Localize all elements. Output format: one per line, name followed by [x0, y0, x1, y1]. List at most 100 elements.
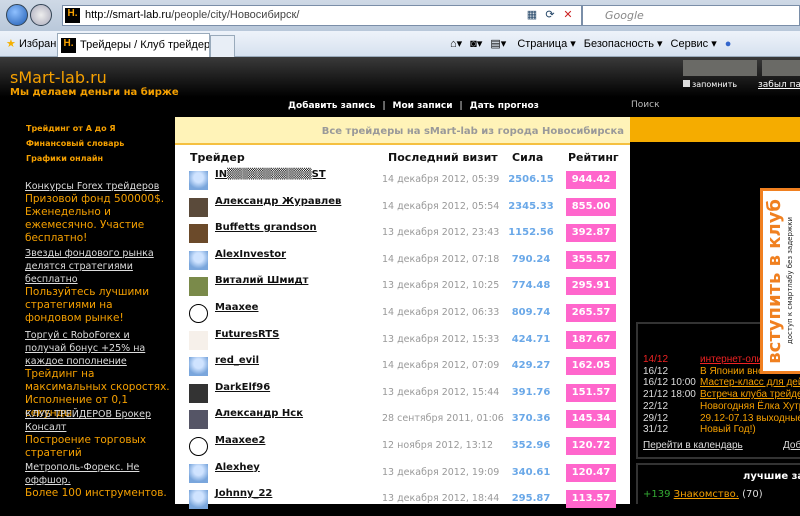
trader-name-link[interactable]: Buffetts grandson [215, 222, 317, 233]
search-input[interactable]: Google [582, 5, 800, 26]
password-input[interactable] [762, 60, 800, 76]
rating-badge: 855.00 [566, 197, 616, 216]
trader-name-link[interactable]: DarkElf96 [215, 382, 270, 393]
print-icon[interactable]: ▤▾ [490, 38, 506, 50]
rating-badge: 120.47 [566, 463, 616, 482]
calendar-event[interactable]: 16/12 В Японии вне [643, 366, 764, 377]
calendar-event[interactable]: 14/12 интернет-оли [643, 354, 762, 365]
left-nav-dictionary[interactable]: Финансовый словарь [26, 139, 124, 148]
site-slogan: Мы делаем деньги на бирже [10, 87, 179, 98]
event-title[interactable]: Новый Год!) [700, 424, 756, 435]
avatar[interactable] [189, 330, 208, 350]
ad-item: Конкурсы Forex трейдеров Призовой фонд 50… [25, 180, 170, 245]
event-title[interactable]: Мастер-класс для дей [700, 377, 800, 388]
table-row: Johnny_22 13 декабря 2012, 18:44 295.87 … [175, 488, 630, 516]
trader-name-link[interactable]: Александр Журавлев [215, 196, 341, 207]
calendar-event[interactable]: 31/12 Новый Год!) [643, 424, 756, 435]
table-row: IN▒▒▒▒▒▒▒▒▒▒▒ST 14 декабря 2012, 05:39 2… [175, 169, 630, 197]
trader-name-link[interactable]: Александр Нск [215, 408, 303, 419]
table-row: Buffetts grandson 13 декабря 2012, 23:43… [175, 222, 630, 250]
power-value: 391.76 [511, 386, 551, 398]
power-value: 370.36 [511, 413, 551, 425]
power-value: 1152.56 [508, 227, 554, 239]
trader-name-link[interactable]: red_evil [215, 355, 259, 366]
calendar-link[interactable]: Перейти в календарь [643, 440, 743, 451]
calendar-event[interactable]: 29/12 29.12-07.13 выходные [643, 413, 800, 424]
avatar[interactable] [189, 463, 208, 483]
trader-name-link[interactable]: Alexhey [215, 462, 260, 473]
avatar[interactable] [189, 277, 208, 297]
ad-link[interactable]: Звезды фондового рынка делятся стратегия… [25, 247, 170, 286]
home-icon[interactable]: ⌂▾ [450, 38, 462, 50]
ad-text: Построение торговых стратегий [25, 434, 147, 459]
forgot-password-link[interactable]: забыл па [758, 80, 800, 90]
last-visit: 14 декабря 2012, 06:33 [382, 307, 500, 318]
left-nav-trading[interactable]: Трейдинг от А до Я [26, 124, 116, 133]
event-title[interactable]: Новогодняя Ёлка Хутр [700, 401, 800, 412]
post-comments: (70) [742, 489, 763, 500]
tools-menu[interactable]: Сервис ▾ [671, 38, 717, 50]
post-link[interactable]: Знакомство. [674, 489, 739, 500]
new-tab-button[interactable] [210, 35, 235, 57]
remember-checkbox[interactable]: запомнить [683, 80, 737, 89]
stop-icon[interactable]: ✕ [559, 8, 577, 23]
left-nav-charts[interactable]: Графики онлайн [26, 154, 103, 163]
refresh-icon[interactable]: ⟳ [541, 8, 559, 23]
browser-tab[interactable]: H. Трейдеры / Клуб трейдеров sMart-Lab. М… [57, 33, 210, 57]
page-menu[interactable]: Страница ▾ [517, 38, 575, 50]
forward-button[interactable] [30, 4, 52, 26]
avatar[interactable] [189, 197, 208, 217]
last-visit: 13 декабря 2012, 19:09 [382, 466, 500, 478]
table-row: Виталий Шмидт 13 декабря 2012, 10:25 774… [175, 275, 630, 303]
back-button[interactable] [6, 4, 28, 26]
rating-badge: 295.91 [566, 277, 616, 296]
trader-name-link[interactable]: Виталий Шмидт [215, 275, 308, 286]
url-path: /people/city/Новосибирск/ [171, 9, 300, 21]
calendar-event[interactable]: 21/12 18:00 Встреча клуба трейдер [643, 389, 800, 400]
rss-icon[interactable]: ◙▾ [470, 38, 482, 50]
event-title[interactable]: интернет-оли [700, 354, 762, 365]
trader-name-link[interactable]: AlexInvestor [215, 249, 286, 260]
power-value: 790.24 [511, 253, 551, 265]
avatar[interactable] [189, 490, 208, 510]
security-menu[interactable]: Безопасность ▾ [584, 38, 663, 50]
rating-badge: 187.67 [566, 330, 616, 349]
nav-forecast[interactable]: Дать прогноз [470, 101, 539, 111]
search-link[interactable]: Поиск [631, 100, 660, 110]
join-club-banner[interactable]: вступить в клуб доступ к смартлабу без з… [760, 188, 800, 374]
nav-my-posts[interactable]: Мои записи [393, 101, 453, 111]
nav-add-post[interactable]: Добавить запись [288, 101, 375, 111]
rating-badge: 162.05 [566, 357, 616, 376]
site-logo[interactable]: sMart-lab.ru [10, 68, 107, 87]
avatar[interactable] [189, 410, 208, 430]
trader-name-link[interactable]: FuturesRTS [215, 329, 279, 340]
trader-name-link[interactable]: IN▒▒▒▒▒▒▒▒▒▒▒ST [215, 169, 326, 180]
calendar-event[interactable]: 22/12 Новогодняя Ёлка Хутр [643, 401, 800, 412]
help-icon[interactable]: ● [725, 38, 732, 50]
ad-link[interactable]: КЛУБ ТРЕЙДЕРОВ Брокер Консалт [25, 408, 170, 434]
ad-link[interactable]: Торгуй с RoboForex и получай бонус +25% … [25, 329, 170, 368]
avatar[interactable] [189, 224, 208, 244]
login-input[interactable] [683, 60, 757, 76]
event-title[interactable]: Встреча клуба трейдер [700, 389, 800, 400]
ad-item: Торгуй с RoboForex и получай бонус +25% … [25, 329, 170, 420]
avatar[interactable] [189, 171, 208, 190]
add-event-link[interactable]: Доб [783, 440, 800, 451]
trader-name-link[interactable]: Maaxee [215, 302, 258, 313]
avatar[interactable] [189, 304, 208, 323]
ad-text: Призовой фонд 500000$. Еженедельно и еже… [25, 193, 165, 244]
avatar[interactable] [189, 357, 208, 377]
ad-link[interactable]: Конкурсы Forex трейдеров [25, 180, 170, 193]
trader-name-link[interactable]: Maaxee2 [215, 435, 265, 446]
event-title[interactable]: В Японии вне [700, 366, 764, 377]
event-title[interactable]: 29.12-07.13 выходные [700, 413, 800, 424]
avatar[interactable] [189, 250, 208, 270]
calendar-event[interactable]: 16/12 10:00 Мастер-класс для дей [643, 377, 800, 388]
avatar[interactable] [189, 383, 208, 403]
address-bar[interactable]: H. http://smart-lab.ru/people/city/Новос… [62, 5, 582, 26]
trader-name-link[interactable]: Johnny_22 [215, 488, 272, 499]
compat-icon[interactable]: ▦ [523, 8, 541, 23]
avatar[interactable] [189, 437, 208, 456]
site-header: sMart-lab.ru Мы делаем деньги на бирже [0, 57, 800, 98]
ad-link[interactable]: Метрополь-Форекс. Не оффшор. [25, 461, 170, 487]
